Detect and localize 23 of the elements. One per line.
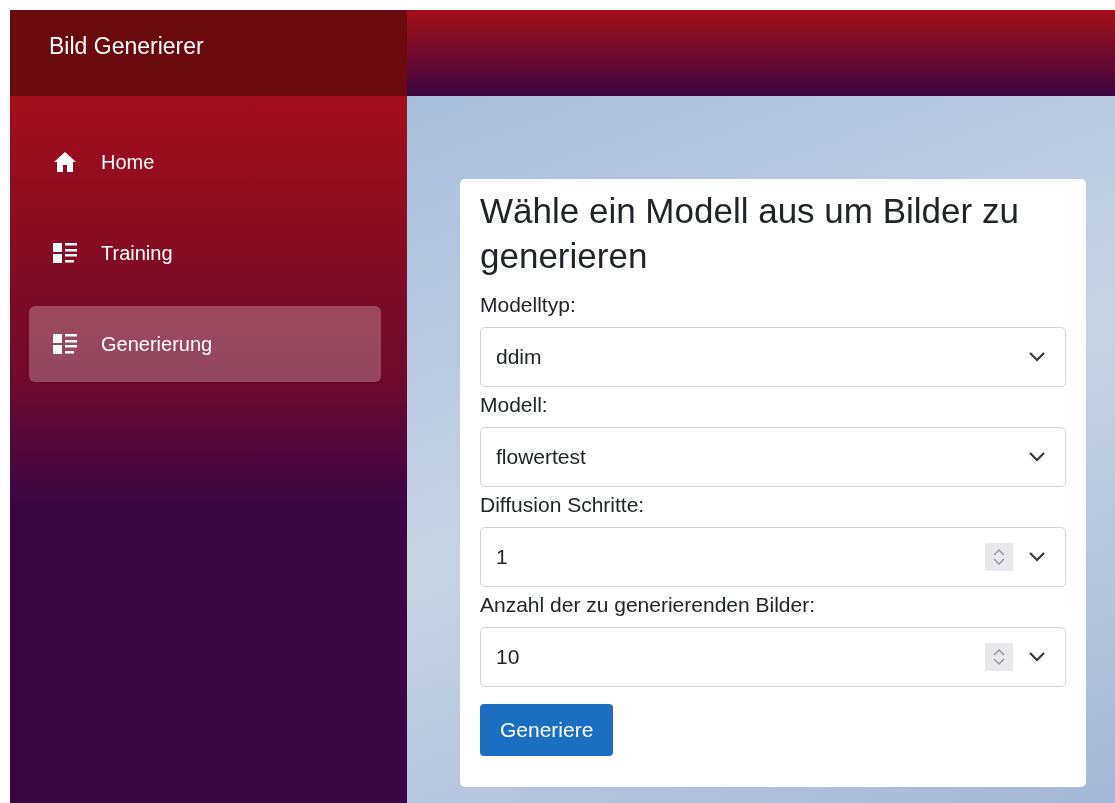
form-title: Wähle ein Modell aus um Bilder zu generieren (480, 190, 1020, 277)
generate-button[interactable]: Generiere (480, 703, 614, 756)
chevron-down-icon (1029, 451, 1045, 462)
chevron-down-icon (1029, 651, 1045, 662)
app-title: Bild Generierer (49, 32, 204, 60)
nav-item[interactable]: Training (29, 215, 381, 291)
spinner-icon (985, 542, 1013, 571)
nav-item[interactable]: Home (29, 124, 381, 200)
spinner-icon (985, 642, 1013, 671)
field-label: Diffusion Schritte: (480, 492, 646, 517)
select-field[interactable]: flowertest (480, 426, 1066, 487)
chevron-down-icon (1029, 351, 1045, 362)
list-icon (53, 333, 77, 355)
select-field[interactable]: ddim (480, 326, 1066, 387)
number-field[interactable]: 10 (480, 626, 1066, 687)
home-icon (53, 151, 77, 173)
list-icon (53, 242, 77, 264)
field-label: Modelltyp: (480, 292, 577, 317)
field-label: Anzahl der zu generierenden Bilder: (480, 592, 817, 617)
number-field[interactable]: 1 (480, 526, 1066, 587)
field-label: Modell: (480, 392, 549, 417)
chevron-down-icon (1029, 551, 1045, 562)
nav-item[interactable]: Generierung (29, 306, 381, 382)
